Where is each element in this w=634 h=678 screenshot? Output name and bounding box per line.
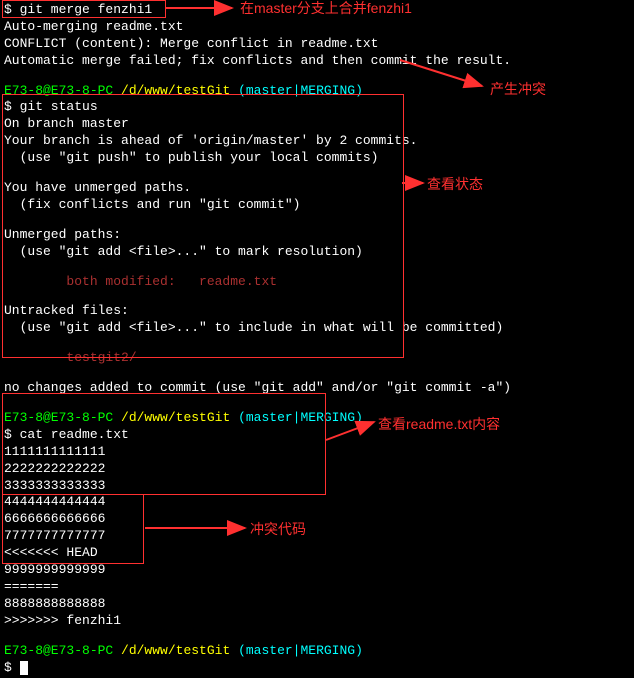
status-mark: (use "git add <file>..." to mark resolut… bbox=[4, 244, 630, 261]
cat-line: 8888888888888 bbox=[4, 596, 630, 613]
cat-tail-marker: >>>>>>> fenzhi1 bbox=[4, 613, 630, 630]
prompt-1: E73-8@E73-8-PC /d/www/testGit (master|ME… bbox=[4, 83, 630, 100]
cursor-icon bbox=[20, 661, 28, 675]
status-untracked-file: testgit2/ bbox=[4, 350, 630, 367]
prompt-3: E73-8@E73-8-PC /d/www/testGit (master|ME… bbox=[4, 643, 630, 660]
status-on-branch: On branch master bbox=[4, 116, 630, 133]
cat-line: 1111111111111 bbox=[4, 444, 630, 461]
status-ahead: Your branch is ahead of 'origin/master' … bbox=[4, 133, 630, 150]
status-unmerged-paths: Unmerged paths: bbox=[4, 227, 630, 244]
status-fix: (fix conflicts and run "git commit") bbox=[4, 197, 630, 214]
terminal-output: $ git merge fenzhi1 Auto-merging readme.… bbox=[0, 0, 634, 678]
cmd-status: $ git status bbox=[4, 99, 630, 116]
merge-failed: Automatic merge failed; fix conflicts an… bbox=[4, 53, 630, 70]
cat-line: 6666666666666 bbox=[4, 511, 630, 528]
status-nochanges: no changes added to commit (use "git add… bbox=[4, 380, 630, 397]
cat-sep-marker: ======= bbox=[4, 579, 630, 596]
status-push: (use "git push" to publish your local co… bbox=[4, 150, 630, 167]
status-include: (use "git add <file>..." to include in w… bbox=[4, 320, 630, 337]
status-untracked: Untracked files: bbox=[4, 303, 630, 320]
cmd-merge: $ git merge fenzhi1 bbox=[4, 2, 630, 19]
cat-line: 4444444444444 bbox=[4, 494, 630, 511]
prompt-input[interactable]: $ bbox=[4, 660, 630, 677]
status-both-modified: both modified: readme.txt bbox=[4, 274, 630, 291]
cat-line: 3333333333333 bbox=[4, 478, 630, 495]
merge-auto: Auto-merging readme.txt bbox=[4, 19, 630, 36]
cat-line: 9999999999999 bbox=[4, 562, 630, 579]
cat-line: 7777777777777 bbox=[4, 528, 630, 545]
cat-line: 2222222222222 bbox=[4, 461, 630, 478]
status-unmerged-title: You have unmerged paths. bbox=[4, 180, 630, 197]
prompt-2: E73-8@E73-8-PC /d/www/testGit (master|ME… bbox=[4, 410, 630, 427]
cmd-cat: $ cat readme.txt bbox=[4, 427, 630, 444]
cat-head-marker: <<<<<<< HEAD bbox=[4, 545, 630, 562]
merge-conflict: CONFLICT (content): Merge conflict in re… bbox=[4, 36, 630, 53]
